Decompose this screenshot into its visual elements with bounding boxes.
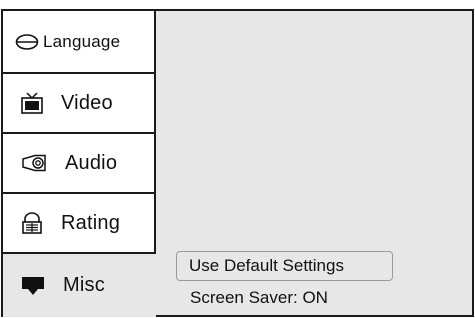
language-icon xyxy=(15,33,39,51)
screen-saver-label: Screen Saver: ON xyxy=(190,288,328,307)
use-default-settings-button[interactable]: Use Default Settings xyxy=(176,251,393,281)
speaker-icon xyxy=(21,154,47,172)
tab-misc-label: Misc xyxy=(63,274,105,296)
tv-icon xyxy=(21,92,43,114)
setup-menu: Language Video Audio Rating Misc Use Def… xyxy=(1,9,474,317)
tab-video[interactable]: Video xyxy=(3,74,156,134)
tab-audio-label: Audio xyxy=(65,151,118,174)
sidebar: Language Video Audio Rating Misc xyxy=(3,11,156,317)
tab-language[interactable]: Language xyxy=(3,11,156,74)
tab-audio[interactable]: Audio xyxy=(3,134,156,194)
rating-lock-icon xyxy=(21,212,43,234)
tab-rating-label: Rating xyxy=(61,211,121,234)
use-default-settings-label: Use Default Settings xyxy=(189,256,344,275)
tab-video-label: Video xyxy=(61,91,113,114)
tab-rating[interactable]: Rating xyxy=(3,194,156,254)
monitor-icon xyxy=(21,276,45,296)
tab-language-label: Language xyxy=(43,31,121,51)
tab-misc[interactable]: Misc xyxy=(3,254,156,317)
screen-saver-option[interactable]: Screen Saver: ON xyxy=(190,288,328,308)
